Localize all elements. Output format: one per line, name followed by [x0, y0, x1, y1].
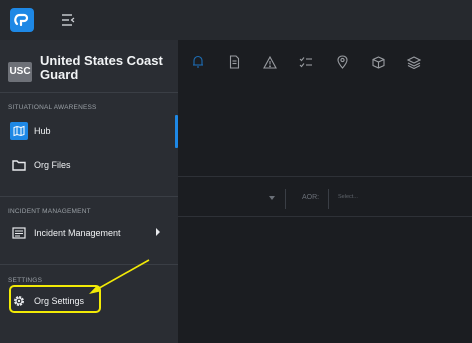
sidebar-item-incident-management[interactable]: Incident Management — [0, 219, 178, 247]
vertical-separator — [285, 189, 286, 209]
checklist-icon[interactable] — [294, 53, 318, 71]
section-label-settings: SETTINGS — [8, 277, 43, 284]
sidebar-item-label: Incident Management — [34, 228, 121, 238]
feature-toolbar — [178, 50, 426, 74]
bell-icon[interactable] — [186, 53, 210, 71]
dropdown-caret-icon[interactable] — [269, 196, 275, 200]
document-icon[interactable] — [222, 53, 246, 71]
map-icon — [10, 122, 28, 140]
layers-icon[interactable] — [402, 53, 426, 71]
filter-row: AOR: Select... — [178, 183, 472, 213]
org-name: United States Coast Guard — [40, 53, 163, 82]
annotation-arrow-icon — [89, 259, 150, 294]
sidebar-item-label: Hub — [34, 126, 51, 136]
content-divider — [178, 216, 472, 217]
sidebar-item-hub[interactable]: Hub — [0, 117, 178, 145]
chevron-right-icon — [156, 228, 160, 236]
aor-select[interactable]: Select... — [338, 194, 358, 200]
location-pin-icon[interactable] — [330, 53, 354, 71]
top-bar — [0, 0, 472, 40]
app-logo[interactable] — [10, 8, 34, 32]
logo-icon — [14, 13, 29, 27]
vertical-separator — [328, 189, 329, 209]
org-switcher[interactable]: USC United States Coast Guard — [8, 54, 170, 82]
sidebar-item-label: Org Files — [34, 160, 71, 170]
content-divider — [178, 176, 472, 177]
incident-list-icon — [10, 224, 28, 242]
package-icon[interactable] — [366, 53, 390, 71]
warning-icon[interactable] — [258, 53, 282, 71]
folder-icon — [10, 156, 28, 174]
section-label-incident: INCIDENT MANAGEMENT — [8, 208, 91, 215]
menu-collapse-icon[interactable] — [60, 12, 76, 28]
main-content: AOR: Select... — [178, 40, 472, 343]
section-label-situational: SITUATIONAL AWARENESS — [8, 104, 97, 111]
sidebar-item-org-files[interactable]: Org Files — [0, 151, 178, 179]
aor-label: AOR: — [302, 194, 320, 201]
sidebar-divider — [0, 92, 178, 93]
org-avatar: USC — [8, 62, 32, 82]
sidebar-divider — [0, 196, 178, 197]
